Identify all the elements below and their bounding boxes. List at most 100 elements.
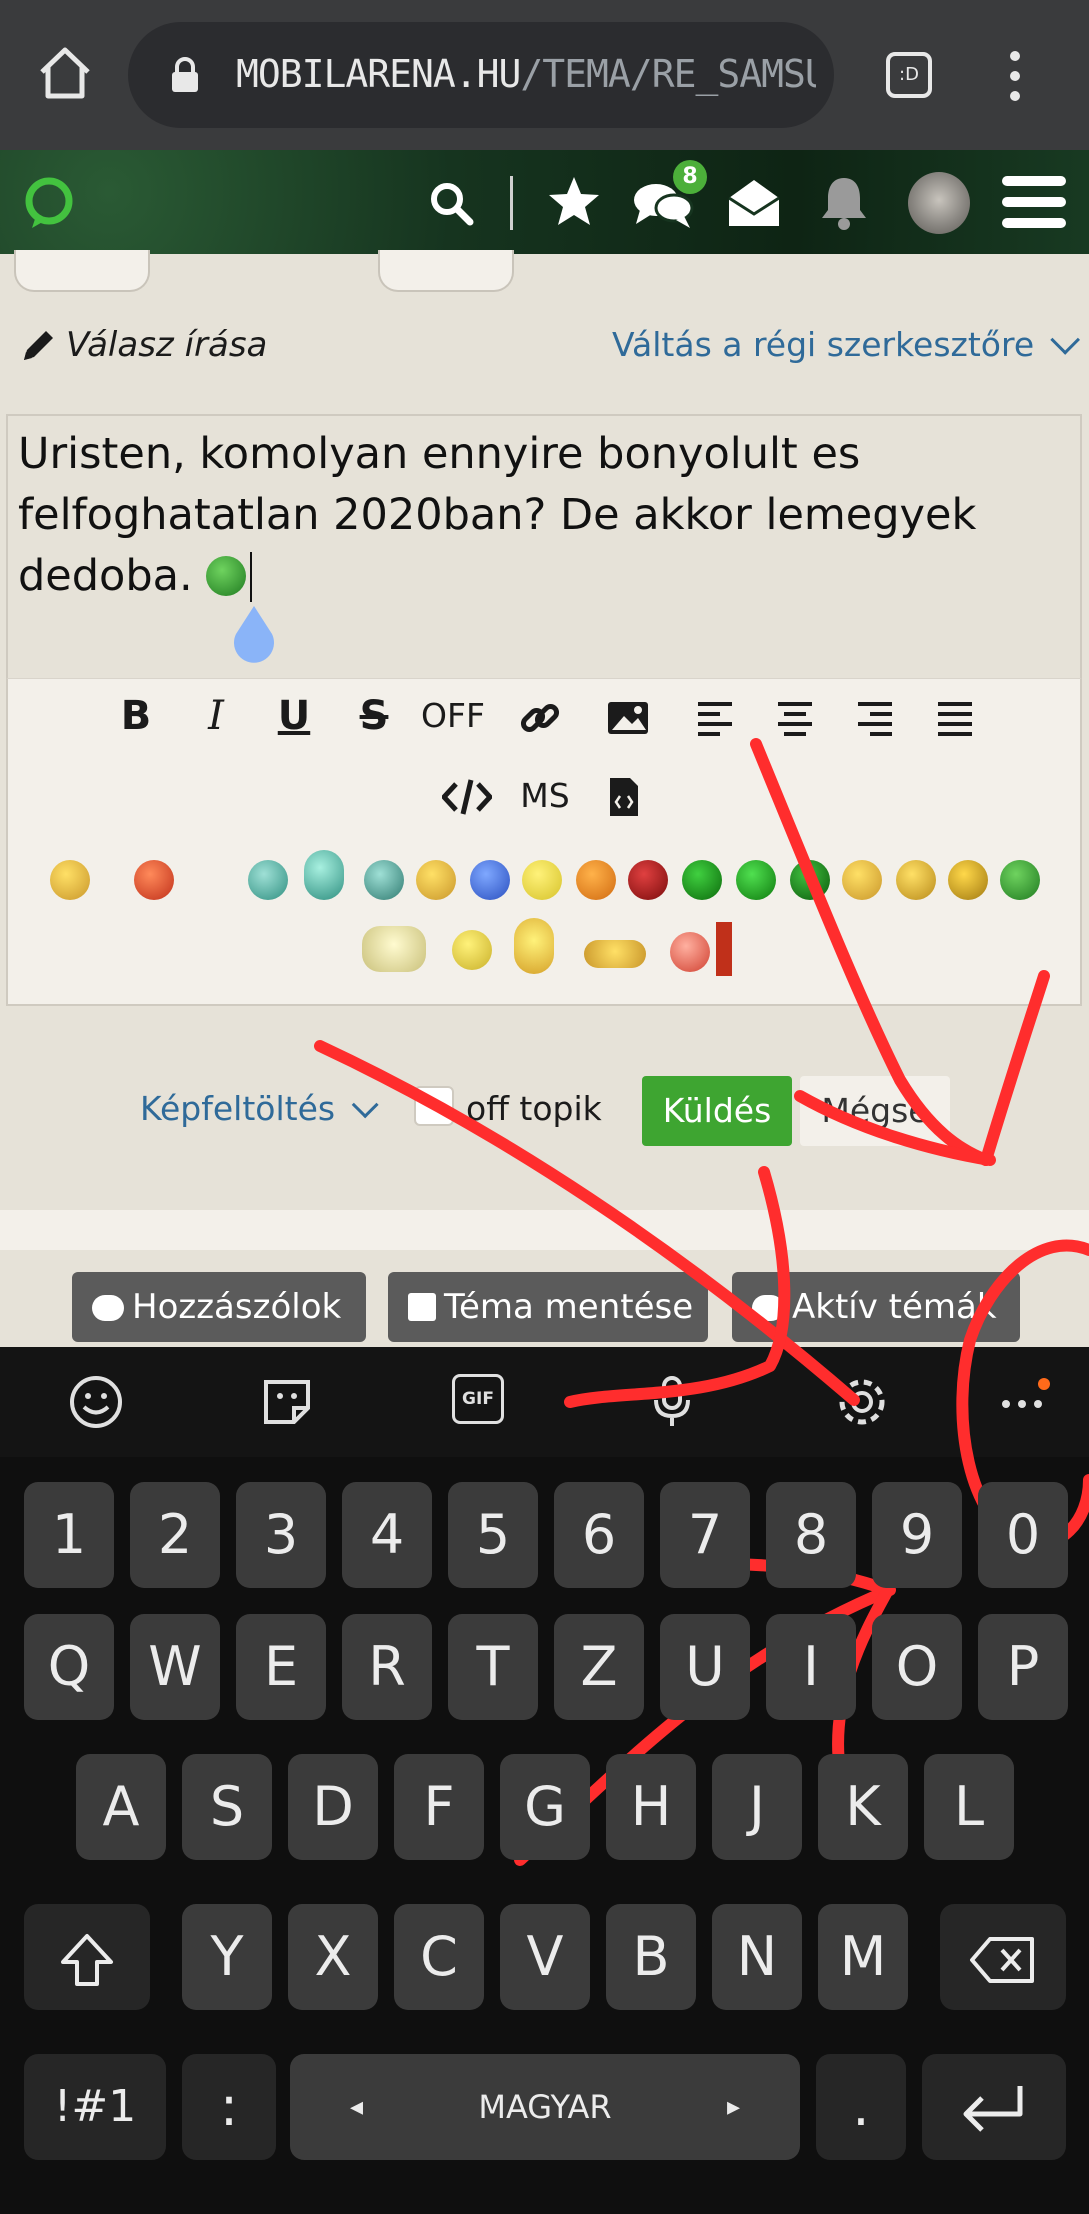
key-f[interactable]: F [394,1754,484,1860]
emoji-icon[interactable] [68,1374,124,1430]
key-4[interactable]: 4 [342,1482,432,1588]
key-n[interactable]: N [712,1904,802,2010]
key-2[interactable]: 2 [130,1482,220,1588]
smiley-green-icon[interactable] [790,860,830,900]
key-d[interactable]: D [288,1754,378,1860]
smiley-angry-icon[interactable] [134,860,174,900]
smiley-wall-icon[interactable] [670,932,710,972]
smiley-laugh-icon[interactable] [304,850,344,900]
key-y[interactable]: Y [182,1904,272,2010]
underline-button[interactable]: U [272,688,316,744]
sticker-icon[interactable] [260,1374,316,1430]
key-0[interactable]: 0 [978,1482,1068,1588]
smiley-thumbs-up-icon[interactable] [362,926,426,972]
align-center-icon[interactable] [776,700,814,736]
key-v[interactable]: V [500,1904,590,2010]
key-p[interactable]: P [978,1614,1068,1720]
key-z[interactable]: Z [554,1614,644,1720]
key-e[interactable]: E [236,1614,326,1720]
smiley-sleep-icon[interactable] [584,940,646,968]
smiley-shout-icon[interactable] [364,860,404,900]
gif-button[interactable]: GIF [452,1374,504,1424]
shift-key[interactable] [24,1904,150,2010]
key-s[interactable]: S [182,1754,272,1860]
home-icon[interactable] [36,44,94,102]
mail-open-icon[interactable] [726,176,782,230]
key-t[interactable]: T [448,1614,538,1720]
italic-button[interactable]: I [194,688,238,744]
smiley-grin-icon[interactable] [248,860,288,900]
key-3[interactable]: 3 [236,1482,326,1588]
smiley-grin-yellow-icon[interactable] [842,860,882,900]
key-b[interactable]: B [606,1904,696,2010]
smiley-question-icon[interactable] [452,930,492,970]
send-button[interactable]: Küldés [642,1076,792,1146]
key-i[interactable]: I [766,1614,856,1720]
url-text[interactable]: MOBILARENA.HU/TEMA/RE_SAMSU [236,44,816,104]
save-topic-button[interactable]: Téma mentése [388,1272,708,1342]
smiley-wink-icon[interactable] [896,860,936,900]
key-m[interactable]: M [818,1904,908,2010]
symbols-key[interactable]: !#1 [24,2054,166,2160]
key-6[interactable]: 6 [554,1482,644,1588]
off-button[interactable]: OFF [418,688,488,744]
link-icon[interactable] [518,696,562,740]
smiley-green-devil-icon[interactable] [736,860,776,900]
key-o[interactable]: O [872,1614,962,1720]
key-u[interactable]: U [660,1614,750,1720]
overflow-menu-icon[interactable] [1000,48,1030,104]
smiley-smile-icon[interactable] [416,860,456,900]
key-r[interactable]: R [342,1614,432,1720]
smiley-confused-icon[interactable] [522,860,562,900]
site-logo-icon[interactable] [20,174,78,232]
smiley-sick-icon[interactable] [1000,860,1040,900]
enter-key[interactable] [922,2054,1066,2160]
reply-text[interactable]: Uristen, komolyan ennyire bonyolult es f… [18,424,1018,607]
ms-button[interactable]: MS [510,768,580,824]
microphone-icon[interactable] [644,1374,700,1430]
settings-gear-icon[interactable] [834,1374,890,1430]
user-avatar[interactable] [908,172,970,234]
bell-icon[interactable] [818,174,870,230]
period-key[interactable]: . [816,2054,906,2160]
switch-editor-link[interactable]: Váltás a régi szerkesztőre [612,320,1080,370]
code-icon[interactable] [442,778,492,816]
active-topics-button[interactable]: Aktív témák [732,1272,1020,1342]
key-k[interactable]: K [818,1754,908,1860]
align-right-icon[interactable] [856,700,894,736]
comments-button[interactable]: Hozzászólok [72,1272,366,1342]
key-9[interactable]: 9 [872,1482,962,1588]
strikethrough-button[interactable]: S [352,688,396,744]
key-7[interactable]: 7 [660,1482,750,1588]
smiley-sad-icon[interactable] [470,860,510,900]
key-g[interactable]: G [500,1754,590,1860]
key-w[interactable]: W [130,1614,220,1720]
space-key[interactable]: ◂ MAGYAR ▸ [290,2054,800,2160]
smiley-cool-icon[interactable] [948,860,988,900]
text-cursor-handle[interactable] [228,604,280,666]
key-h[interactable]: H [606,1754,696,1860]
key-j[interactable]: J [712,1754,802,1860]
key-x[interactable]: X [288,1904,378,2010]
smiley-scream-icon[interactable] [514,918,554,974]
key-8[interactable]: 8 [766,1482,856,1588]
colon-key[interactable]: : [182,2054,276,2160]
backspace-key[interactable] [940,1904,1066,2010]
tab-switcher-button[interactable]: :D [886,52,932,98]
smiley-green-mad-icon[interactable] [682,860,722,900]
more-options-icon[interactable] [996,1374,1052,1430]
key-c[interactable]: C [394,1904,484,2010]
key-q[interactable]: Q [24,1614,114,1720]
image-icon[interactable] [606,700,650,736]
offtopic-checkbox[interactable] [414,1086,454,1126]
align-left-icon[interactable] [696,700,734,736]
key-a[interactable]: A [76,1754,166,1860]
image-upload-link[interactable]: Képfeltöltés [140,1084,379,1134]
bold-button[interactable]: B [114,688,158,744]
hamburger-menu-icon[interactable] [1000,172,1068,232]
smiley-happy-icon[interactable] [50,860,90,900]
smiley-devil-red-icon[interactable] [628,860,668,900]
key-1[interactable]: 1 [24,1482,114,1588]
key-l[interactable]: L [924,1754,1014,1860]
smiley-annoyed-icon[interactable] [576,860,616,900]
